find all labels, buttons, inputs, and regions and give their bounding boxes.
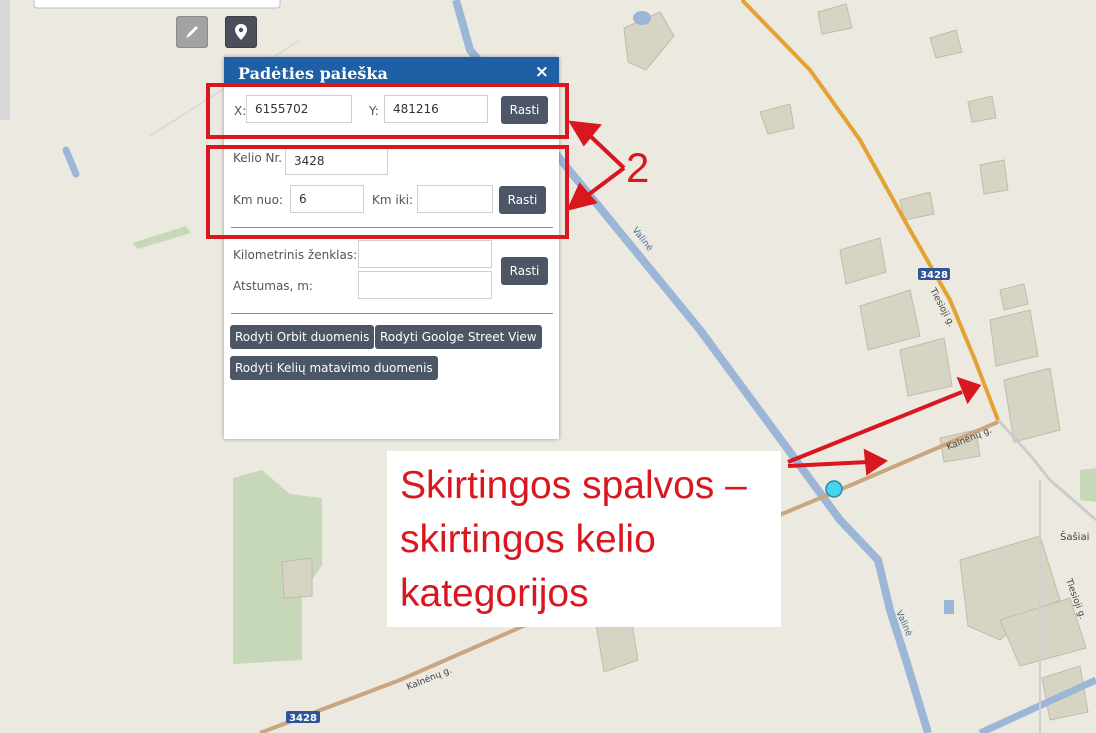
distance-input[interactable] <box>358 271 492 299</box>
map-pin-icon <box>235 24 247 40</box>
annotation-line: kategorijos <box>400 572 589 615</box>
show-road-measurement-button[interactable]: Rodyti Kelių matavimo duomenis <box>230 356 438 380</box>
show-street-view-button[interactable]: Rodyti Goolge Street View <box>375 325 542 349</box>
locate-tool-button[interactable] <box>225 16 257 48</box>
close-icon[interactable]: × <box>535 62 549 82</box>
highlight-road-box <box>206 145 569 239</box>
highlight-coordinates-box <box>206 83 569 139</box>
find-km-sign-button[interactable]: Rasti <box>501 257 548 285</box>
place-name: Šašiai <box>1060 530 1089 543</box>
road-shield-label: 3428 <box>289 713 317 724</box>
panel-title: Padėties paieška <box>238 64 388 83</box>
km-sign-input[interactable] <box>358 240 492 268</box>
location-marker[interactable] <box>825 480 843 498</box>
annotation-note: Skirtingos spalvos – skirtingos kelio ka… <box>387 451 781 627</box>
km-sign-label: Kilometrinis ženklas: <box>233 248 358 262</box>
show-orbit-data-button[interactable]: Rodyti Orbit duomenis <box>230 325 375 349</box>
ruler-tool-button[interactable] <box>176 16 208 48</box>
distance-label: Atstumas, m: <box>233 279 313 293</box>
annotation-line: skirtingos kelio <box>400 518 656 561</box>
divider <box>231 313 553 314</box>
road-shield-label: 3428 <box>920 270 948 281</box>
road-shield: 3428 <box>286 711 320 724</box>
annotation-number: 2 <box>626 144 650 191</box>
road-shield: 3428 <box>918 268 950 281</box>
left-scroll-strip <box>0 0 10 120</box>
annotation-line: Skirtingos spalvos – <box>400 464 747 507</box>
pencil-icon <box>186 26 198 38</box>
small-green-patch <box>1080 468 1096 502</box>
top-search-fragment <box>33 0 281 9</box>
